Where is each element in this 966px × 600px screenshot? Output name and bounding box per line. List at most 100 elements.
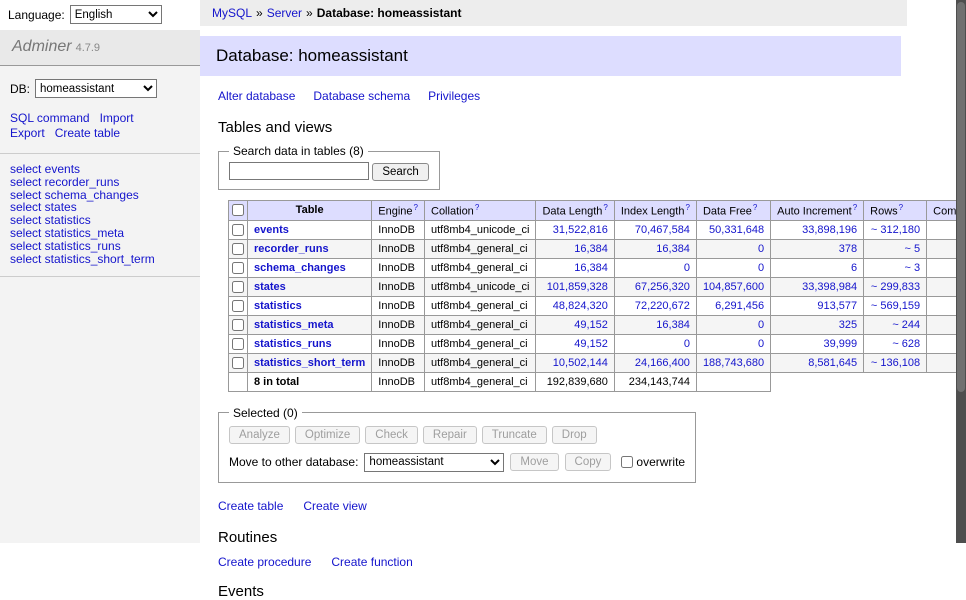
export-link[interactable]: Export <box>10 126 45 140</box>
rows-link[interactable]: ~ 136,108 <box>871 357 920 369</box>
row-checkbox[interactable] <box>232 357 244 369</box>
select-all-checkbox[interactable] <box>232 204 244 216</box>
index-length-link[interactable]: 0 <box>684 262 690 274</box>
sidebar-item-select-statistics-meta[interactable]: select statistics_meta <box>10 227 190 240</box>
database-schema-link[interactable]: Database schema <box>313 89 410 103</box>
row-checkbox[interactable] <box>232 262 244 274</box>
rows-link[interactable]: ~ 299,833 <box>871 281 920 293</box>
help-link[interactable]: ? <box>414 203 418 212</box>
row-checkbox[interactable] <box>232 319 244 331</box>
auto-increment-link[interactable]: 913,577 <box>817 300 857 312</box>
table-name-link[interactable]: statistics_runs <box>254 338 332 350</box>
table-name-link[interactable]: schema_changes <box>254 262 346 274</box>
sql-command-link[interactable]: SQL command <box>10 111 90 125</box>
rows-link[interactable]: ~ 244 <box>892 319 920 331</box>
index-length-link[interactable]: 24,166,400 <box>635 357 690 369</box>
data-length-link[interactable]: 48,824,320 <box>553 300 608 312</box>
create-view-link[interactable]: Create view <box>303 499 366 513</box>
privileges-link[interactable]: Privileges <box>428 89 480 103</box>
check-button[interactable]: Check <box>365 426 418 444</box>
app-name[interactable]: Adminer <box>12 38 72 55</box>
rows-link[interactable]: ~ 3 <box>905 262 921 274</box>
data-length-link[interactable]: 10,502,144 <box>553 357 608 369</box>
help-link[interactable]: ? <box>603 203 607 212</box>
table-name-link[interactable]: states <box>254 281 286 293</box>
data-free-link[interactable]: 0 <box>758 319 764 331</box>
create-table-link[interactable]: Create table <box>218 499 283 513</box>
db-select[interactable]: homeassistant <box>35 79 157 98</box>
table-name-link[interactable]: recorder_runs <box>254 243 329 255</box>
rows-link[interactable]: ~ 569,159 <box>871 300 920 312</box>
data-length-link[interactable]: 49,152 <box>574 319 608 331</box>
move-button[interactable]: Move <box>510 453 558 471</box>
index-length-link[interactable]: 16,384 <box>656 243 690 255</box>
breadcrumb-server-link[interactable]: Server <box>267 6 302 20</box>
index-length-link[interactable]: 67,256,320 <box>635 281 690 293</box>
language-select[interactable]: English <box>70 5 162 24</box>
auto-increment-link[interactable]: 8,581,645 <box>808 357 857 369</box>
index-length-link[interactable]: 0 <box>684 338 690 350</box>
help-link[interactable]: ? <box>685 203 689 212</box>
analyze-button[interactable]: Analyze <box>229 426 290 444</box>
data-free-link[interactable]: 0 <box>758 262 764 274</box>
help-link[interactable]: ? <box>899 203 903 212</box>
drop-button[interactable]: Drop <box>552 426 597 444</box>
index-length-link[interactable]: 72,220,672 <box>635 300 690 312</box>
sidebar-create-table-link[interactable]: Create table <box>55 126 120 140</box>
rows-link[interactable]: ~ 312,180 <box>871 224 920 236</box>
sidebar-item-select-statistics-short-term[interactable]: select statistics_short_term <box>10 253 190 266</box>
auto-increment-link[interactable]: 33,398,984 <box>802 281 857 293</box>
table-name-link[interactable]: statistics_meta <box>254 319 334 331</box>
data-free-link[interactable]: 0 <box>758 338 764 350</box>
optimize-button[interactable]: Optimize <box>295 426 360 444</box>
sidebar-item-select-recorder-runs[interactable]: select recorder_runs <box>10 176 190 189</box>
move-db-select[interactable]: homeassistant <box>364 453 504 472</box>
copy-button[interactable]: Copy <box>565 453 612 471</box>
row-checkbox[interactable] <box>232 300 244 312</box>
search-button[interactable]: Search <box>372 163 428 181</box>
data-length-link[interactable]: 31,522,816 <box>553 224 608 236</box>
create-function-link[interactable]: Create function <box>331 555 412 569</box>
db-selector-row: DB: homeassistant <box>0 66 200 107</box>
table-name-link[interactable]: statistics <box>254 300 302 312</box>
table-name-link[interactable]: events <box>254 224 289 236</box>
sidebar-item-select-statistics-runs[interactable]: select statistics_runs <box>10 240 190 253</box>
data-free-link[interactable]: 6,291,456 <box>715 300 764 312</box>
rows-link[interactable]: ~ 628 <box>892 338 920 350</box>
row-checkbox[interactable] <box>232 338 244 350</box>
index-length-link[interactable]: 16,384 <box>656 319 690 331</box>
sidebar-item-select-events[interactable]: select events <box>10 163 190 176</box>
data-length-link[interactable]: 49,152 <box>574 338 608 350</box>
help-link[interactable]: ? <box>475 203 479 212</box>
index-length-link[interactable]: 70,467,584 <box>635 224 690 236</box>
auto-increment-link[interactable]: 325 <box>839 319 857 331</box>
data-length-link[interactable]: 16,384 <box>574 262 608 274</box>
import-link[interactable]: Import <box>100 111 134 125</box>
breadcrumb-mysql-link[interactable]: MySQL <box>212 6 252 20</box>
data-free-link[interactable]: 50,331,648 <box>709 224 764 236</box>
row-checkbox[interactable] <box>232 243 244 255</box>
vertical-scrollbar[interactable] <box>956 0 966 543</box>
auto-increment-link[interactable]: 6 <box>851 262 857 274</box>
auto-increment-link[interactable]: 33,898,196 <box>802 224 857 236</box>
repair-button[interactable]: Repair <box>423 426 477 444</box>
overwrite-checkbox[interactable] <box>621 456 633 468</box>
search-input[interactable] <box>229 162 369 180</box>
scrollbar-thumb[interactable] <box>957 2 965 392</box>
data-free-link[interactable]: 104,857,600 <box>703 281 764 293</box>
row-checkbox[interactable] <box>232 224 244 236</box>
data-length-link[interactable]: 101,859,328 <box>547 281 608 293</box>
create-procedure-link[interactable]: Create procedure <box>218 555 311 569</box>
table-name-link[interactable]: statistics_short_term <box>254 357 365 369</box>
data-free-link[interactable]: 0 <box>758 243 764 255</box>
alter-database-link[interactable]: Alter database <box>218 89 295 103</box>
help-link[interactable]: ? <box>753 203 757 212</box>
row-checkbox[interactable] <box>232 281 244 293</box>
help-link[interactable]: ? <box>853 203 857 212</box>
auto-increment-link[interactable]: 39,999 <box>824 338 858 350</box>
truncate-button[interactable]: Truncate <box>482 426 547 444</box>
rows-link[interactable]: ~ 5 <box>905 243 921 255</box>
data-length-link[interactable]: 16,384 <box>574 243 608 255</box>
auto-increment-link[interactable]: 378 <box>839 243 857 255</box>
data-free-link[interactable]: 188,743,680 <box>703 357 764 369</box>
